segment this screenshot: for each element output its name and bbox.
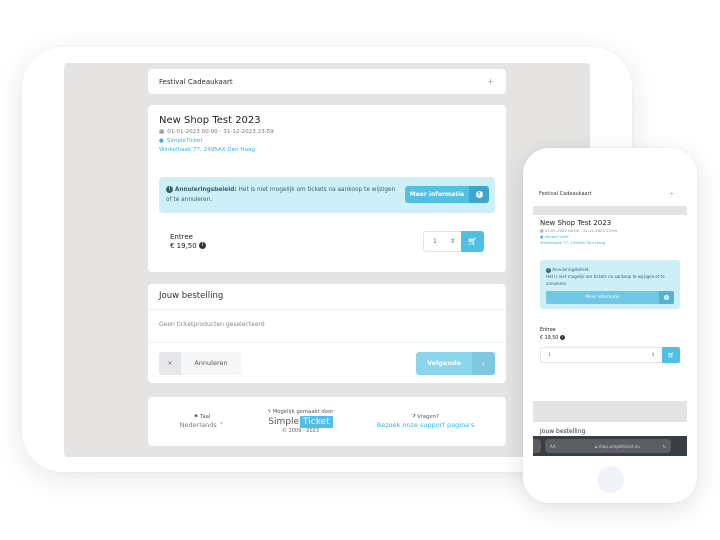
tablet-screen: Festival Cadeaukaart + New Shop Test 202… [64,63,590,457]
phone-ticket-price: € 19,50 [540,335,559,341]
phone-question-icon: ? [664,295,669,300]
question-circle-icon: ❓︎ [412,414,416,420]
phone-device: Festival Cadeaukaart + New Shop Test 202… [523,148,697,503]
next-label: Volgende [426,359,462,367]
address-bar[interactable]: AA 🔒︎ shop.simpleticket.eu ↻ [545,439,671,453]
event-dates: 01-01-2023 00:00 - 31-12-2023 23:59 [167,129,274,135]
phone-cart-icon: 🛒︎ [667,351,675,359]
language-selector[interactable]: Nederlands ⌃ [180,421,225,430]
order-empty-message: Geen ticketproducten geselecteerd [148,310,506,343]
simpleticket-logo[interactable]: Simple Ticket [268,416,334,428]
order-title: Jouw bestelling [148,284,506,310]
phone-event-card: New Shop Test 2023 ▦ 01-01-2023 00:00 - … [533,215,687,401]
price-info-icon[interactable]: i [198,242,206,249]
quantity-select[interactable]: 1 ⇕ [423,231,461,252]
browser-toolbar: AA 🔒︎ shop.simpleticket.eu ↻ ‹ › ⇪ ▯▯ ❐ [533,436,687,456]
chevron-up-icon: ⌃ [218,421,225,429]
map-pin-icon: ● [159,138,164,144]
calendar-icon: ▦ [159,129,165,135]
phone-calendar-icon: ▦ [540,228,544,233]
event-card: New Shop Test 2023 ▦ 01-01-2023 00:00 - … [148,105,506,272]
phone-venue-link[interactable]: SimpleTicket [545,234,569,239]
gift-card-title: Festival Cadeaukaart [159,77,233,86]
support-link[interactable]: Bezoek onze support pagina's [377,421,475,430]
info-icon: i [166,186,173,193]
home-button[interactable] [597,466,624,493]
bolt-icon: ϟ [267,409,272,415]
phone-gift-card-panel[interactable]: Festival Cadeaukaart + [533,182,687,206]
language-caption: Taal [200,414,211,420]
chevron-right-icon: › [472,351,495,375]
phone-info-icon: i [546,267,551,273]
powered-caption: Mogelijk gemaakt door [272,409,334,415]
phone-map-pin-icon: ● [540,234,544,239]
more-info-label: Meer informatie [409,191,465,198]
ticket-row: Entree € 19,50 i 1 ⇕ 🛒︎ [159,231,495,252]
phone-quantity-select[interactable]: 1 ⇕ [540,347,662,363]
lock-icon: 🔒︎ [594,443,598,449]
event-address-link[interactable]: Winkelhaak 77, 2495AX Den Haag [159,146,495,155]
phone-add-to-cart-button[interactable]: 🛒︎ [662,347,680,363]
phone-screen: Festival Cadeaukaart + New Shop Test 202… [533,182,687,456]
phone-select-arrows-icon: ⇕ [651,352,655,358]
ticket-name: Entree [170,232,193,241]
close-icon: ✕ [159,351,181,375]
phone-expand-icon[interactable]: + [670,191,674,197]
next-button[interactable]: Volgende › [416,351,495,375]
previous-tab[interactable] [533,439,541,453]
select-arrows-icon: ⇕ [449,238,455,245]
phone-gift-card-title: Festival Cadeaukaart [539,191,592,197]
more-info-button[interactable]: Meer informatie ? [405,186,489,203]
quantity-value: 1 [433,238,437,245]
url-text: shop.simpleticket.eu [598,443,640,449]
notice-label: Annuleringsbeleid: [174,187,237,193]
support-caption: Vragen? [417,414,439,420]
event-title: New Shop Test 2023 [159,115,261,126]
add-to-cart-button[interactable]: 🛒︎ [461,231,484,252]
cancellation-notice: i Annuleringsbeleid: Het is niet mogelij… [159,177,495,213]
footer: ⚑ Taal Nederlands ⌃ ϟ Mogelijk gemaakt d… [148,397,506,446]
expand-icon[interactable]: + [487,77,494,86]
event-venue-link[interactable]: SimpleTicket [167,137,203,146]
flag-icon: ⚑ [193,414,199,420]
ticket-price: € 19,50 [170,241,197,250]
cancel-label: Annuleren [194,359,228,367]
phone-price-info-icon[interactable]: i [559,334,565,340]
question-icon: ? [475,191,483,198]
reload-icon[interactable]: ↻ [663,444,666,449]
copyright: © 2009 - 2023 [281,428,320,434]
order-card: Jouw bestelling Geen ticketproducten ges… [148,284,506,383]
gift-card-panel[interactable]: Festival Cadeaukaart + [148,69,506,94]
phone-address-link[interactable]: Winkelhaak 77, 2495AX Den Haag [540,240,680,246]
phone-event-title: New Shop Test 2023 [540,219,612,227]
phone-more-info-button[interactable]: Meer informatie ? [546,291,674,304]
cancel-button[interactable]: ✕ Annuleren [159,351,241,375]
text-size-button[interactable]: AA [550,444,572,449]
phone-cancellation-notice: i Annuleringsbeleid: Het is niet mogelij… [540,260,680,309]
cart-icon: 🛒︎ [467,237,478,246]
